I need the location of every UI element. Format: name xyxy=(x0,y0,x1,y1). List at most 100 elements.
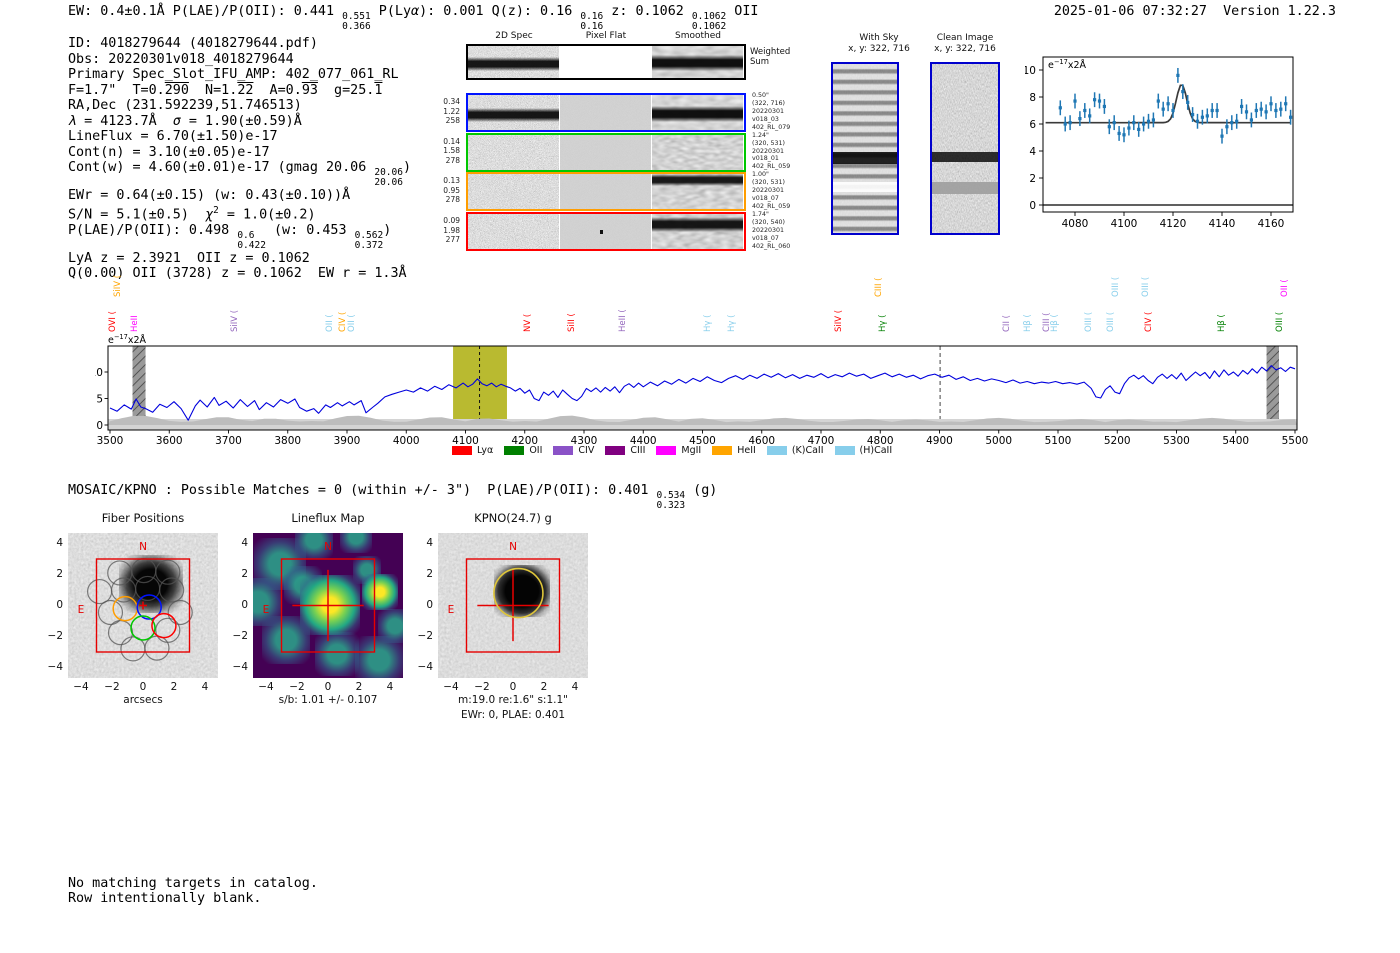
cutout-ytick: −2 xyxy=(417,629,433,642)
svg-text:5100: 5100 xyxy=(1045,435,1072,447)
svg-text:4100: 4100 xyxy=(1111,218,1138,230)
svg-text:N: N xyxy=(324,541,332,553)
fiber-positions-image: N E xyxy=(68,533,218,678)
info-line: Obs: 20220301v018_4018279644 xyxy=(68,51,294,67)
legend-item: HeII xyxy=(712,445,756,456)
legend-item: Lyα xyxy=(452,445,493,456)
inset-unit-label: e−17x2Å xyxy=(1048,58,1087,72)
cutout-xtick: −2 xyxy=(289,681,305,693)
cutout-xtick: 2 xyxy=(540,681,548,693)
lineflux-xlabel: s/b: 1.01 +/- 0.107 xyxy=(278,694,378,706)
cutout-ytick: 2 xyxy=(241,567,248,580)
cutout-ytick: 0 xyxy=(56,598,63,611)
cutout-ytick: 2 xyxy=(56,567,63,580)
weighted-sum-label: Weighted Sum xyxy=(750,47,791,67)
svg-text:10: 10 xyxy=(1025,65,1036,77)
spec2d-col-header-pixelflat: Pixel Flat xyxy=(585,31,627,41)
info-line: Cont(n) = 3.10(±0.05)e-17 xyxy=(68,144,270,160)
cutout-xtick: 0 xyxy=(139,681,147,693)
fiber-xlabel: arcsecs xyxy=(123,694,163,706)
svg-text:E: E xyxy=(78,604,85,616)
cutout-ytick: −4 xyxy=(47,660,63,673)
cutout-xtick: −4 xyxy=(443,681,459,693)
svg-text:5400: 5400 xyxy=(1222,435,1249,447)
svg-text:4140: 4140 xyxy=(1209,218,1236,230)
svg-text:3700: 3700 xyxy=(215,435,242,447)
info-line: λ = 4123.7Å σ = 1.90(±0.59)Å xyxy=(68,113,302,129)
legend-item: (K)CaII xyxy=(766,445,824,456)
spec2d-row xyxy=(466,172,746,212)
fiber-positions-title: Fiber Positions xyxy=(101,511,185,525)
cutout-ytick: −2 xyxy=(232,629,248,642)
cutout-ytick: 4 xyxy=(241,536,248,549)
withsky-image xyxy=(831,62,899,235)
legend-swatch xyxy=(834,446,855,455)
svg-text:5000: 5000 xyxy=(985,435,1012,447)
report-version: Version 1.22.3 xyxy=(1223,4,1336,19)
clean-image xyxy=(930,62,1000,235)
spec2d-row xyxy=(466,132,746,172)
svg-text:6: 6 xyxy=(1029,119,1036,131)
svg-text:4000: 4000 xyxy=(393,435,420,447)
spec2d-row xyxy=(466,93,746,132)
svg-text:3900: 3900 xyxy=(334,435,361,447)
info-line: F=1.7" T=0.290 N=1.22 A=0.93 g=25.1 xyxy=(68,82,383,98)
info-line: ID: 4018279644 (4018279644.pdf) xyxy=(68,36,318,51)
spec2d-col-header-2dspec: 2D Spec xyxy=(495,31,533,41)
svg-text:E: E xyxy=(263,604,270,616)
elixer-report: EW: 0.4±0.1Å P(LAE)/P(OII): 0.441 0.551 0… xyxy=(0,0,1400,953)
kpno-title: KPNO(24.7) g xyxy=(474,511,552,525)
cutout-ytick: −4 xyxy=(417,660,433,673)
svg-text:10: 10 xyxy=(95,367,103,379)
spec2d-row-right-labels: 1.74" (320, 540) 20220301 v018_07 402_RL_060 xyxy=(752,211,791,250)
svg-text:N: N xyxy=(509,541,517,553)
cutout-xtick: −2 xyxy=(474,681,490,693)
timestamp-version: 2025-01-06 07:32:27 Version 1.22.3 xyxy=(1054,4,1336,19)
legend-swatch xyxy=(656,446,677,455)
info-line: LyA z = 2.3921 OII z = 0.1062 xyxy=(68,250,310,266)
spec2d-row-right-labels: 1.24" (320, 531) 20220301 v018_01 402_RL_059 xyxy=(752,131,791,171)
svg-text:E: E xyxy=(448,604,455,616)
cleanimage-title: Clean Image x, y: 322, 716 xyxy=(934,33,996,54)
cutout-xtick: −4 xyxy=(258,681,274,693)
legend-swatch xyxy=(452,446,472,455)
info-line: S/N = 5.1(±0.5) χ2 = 1.0(±0.2) xyxy=(68,205,316,223)
svg-text:3800: 3800 xyxy=(274,435,301,447)
cutout-xtick: 0 xyxy=(509,681,517,693)
spec2d-row-left-labels: 0.13 0.95 278 xyxy=(443,176,460,205)
legend-swatch xyxy=(712,446,733,455)
cutout-xtick: −4 xyxy=(73,681,89,693)
info-line: RA,Dec (231.592239,51.746513) xyxy=(68,98,302,113)
svg-text:2: 2 xyxy=(1029,173,1036,185)
svg-text:5500: 5500 xyxy=(1282,435,1309,447)
legend-swatch xyxy=(504,446,525,455)
spec2d-row xyxy=(466,212,746,252)
mosaic-match-line: MOSAIC/KPNO : Possible Matches = 0 (with… xyxy=(68,483,718,511)
spec2d-row-left-labels: 0.34 1.22 258 xyxy=(443,97,460,125)
cutout-ytick: 2 xyxy=(426,567,433,580)
svg-text:4900: 4900 xyxy=(926,435,953,447)
spec2d-row-left-labels: 0.14 1.58 278 xyxy=(443,136,460,165)
svg-text:5200: 5200 xyxy=(1104,435,1131,447)
cutout-xtick: 4 xyxy=(386,681,394,693)
cutout-ytick: −2 xyxy=(47,629,63,642)
svg-text:0: 0 xyxy=(96,420,103,432)
weighted-sum-strip xyxy=(466,44,746,80)
spec2d-row-left-labels: 0.09 1.98 277 xyxy=(443,216,460,245)
line-fit-inset-plot: 4080 4100 4120 4140 4160 0 2 4 6 8 10 xyxy=(1025,56,1294,230)
cutout-ytick: 4 xyxy=(426,536,433,549)
legend-item: (H)CaII xyxy=(834,445,892,456)
svg-text:3500: 3500 xyxy=(97,435,124,447)
svg-text:4160: 4160 xyxy=(1258,218,1285,230)
report-timestamp: 2025-01-06 07:32:27 xyxy=(1053,4,1207,19)
cutout-xtick: 2 xyxy=(355,681,363,693)
lineflux-map-image: N E xyxy=(253,533,403,678)
withsky-coords: x, y: 322, 716 xyxy=(848,44,910,54)
info-line: LineFlux = 6.70(±1.50)e-17 xyxy=(68,129,278,144)
info-line: EWr = 0.64(±0.15) (w: 0.43(±0.10))Å xyxy=(68,187,351,203)
spectrum-legend: Lyα OII CIV CIII MgII HeII (K)CaII (H)CaII xyxy=(452,445,892,456)
cutout-xtick: 0 xyxy=(324,681,332,693)
legend-swatch xyxy=(605,446,626,455)
cutout-xtick: 2 xyxy=(170,681,178,693)
svg-text:N: N xyxy=(139,541,147,553)
